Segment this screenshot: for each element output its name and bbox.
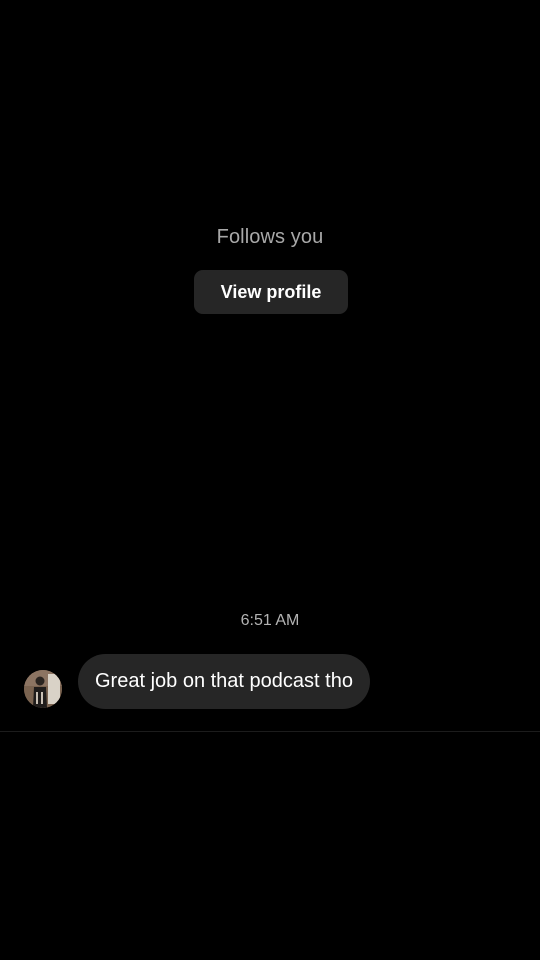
follows-you-label: Follows you: [216, 226, 324, 248]
message-timestamp: 6:51 AM: [240, 612, 300, 629]
divider: [0, 731, 540, 732]
sender-avatar[interactable]: [24, 670, 62, 708]
message-row: Great job on that podcast tho: [24, 654, 370, 709]
avatar-photo-icon: [24, 670, 62, 708]
message-bubble[interactable]: Great job on that podcast tho: [78, 654, 370, 709]
view-profile-button[interactable]: View profile: [194, 270, 348, 314]
